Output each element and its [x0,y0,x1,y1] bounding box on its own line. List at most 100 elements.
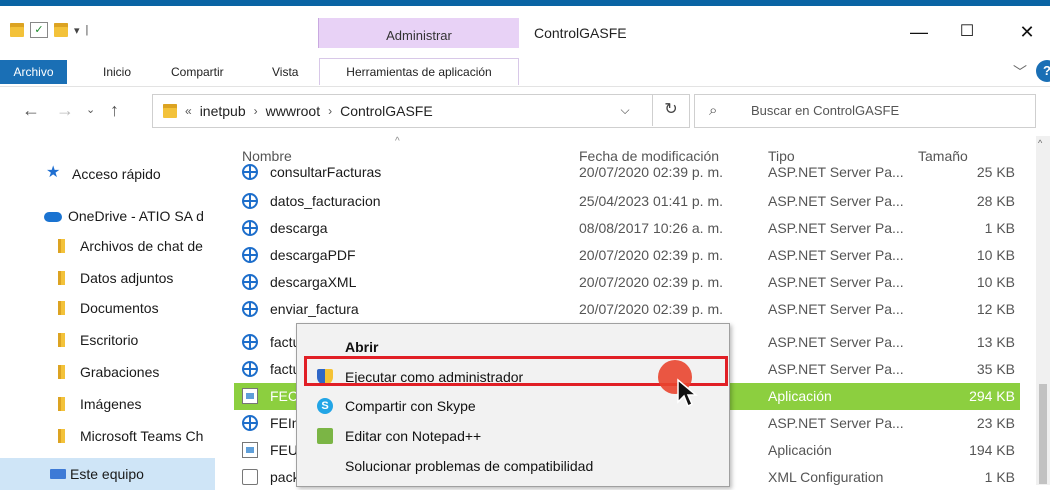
cloud-icon [44,212,62,222]
nav-label: Archivos de chat de [80,238,203,254]
breadcrumb-separator-icon[interactable]: › [328,95,332,127]
sort-up-icon: ^ [395,136,400,147]
menu-item-notepadpp[interactable]: Editar con Notepad++ [297,421,729,451]
globe-icon [242,334,258,350]
folder-icon [58,397,65,411]
file-size: 10 KB [976,274,1015,290]
globe-icon [242,247,258,263]
menu-item-compatibility[interactable]: Solucionar problemas de compatibilidad [297,451,729,481]
menu-item-label: Editar con Notepad++ [345,428,482,444]
file-name: descargaPDF [270,247,356,263]
mouse-cursor-icon [677,378,698,408]
file-date: 20/07/2020 02:39 p. m. [579,247,723,263]
menu-item-label: Solucionar problemas de compatibilidad [345,458,594,474]
file-size: 35 KB [976,361,1015,377]
refresh-icon[interactable]: ↻ [652,94,689,126]
nav-folder[interactable]: Microsoft Teams Ch [0,420,215,452]
file-size: 13 KB [976,334,1015,350]
breadcrumb-inetpub[interactable]: inetpub [200,95,246,127]
address-dropdown-icon[interactable]: ⌵ [610,94,640,126]
file-type: ASP.NET Server Pa... [768,164,904,180]
folder-icon [58,429,65,443]
nav-folder[interactable]: Archivos de chat de [0,230,215,262]
breadcrumb-wwwroot[interactable]: wwwroot [266,95,320,127]
nav-folder[interactable]: Escritorio [0,324,215,356]
star-icon: ★ [46,164,61,181]
file-type: Aplicación [768,388,832,404]
scroll-up-icon[interactable]: ^ [1038,138,1042,148]
nav-label: Datos adjuntos [80,270,174,286]
forward-arrow-icon[interactable]: → [56,96,74,124]
file-row[interactable]: consultarFacturas 20/07/2020 02:39 p. m.… [234,162,1020,182]
menu-item-share-skype[interactable]: S Compartir con Skype [297,391,729,421]
nav-label: Documentos [80,300,159,316]
nav-label: Imágenes [80,396,142,412]
maximize-button[interactable]: ☐ [944,14,990,50]
file-row[interactable]: descarga 08/08/2017 10:26 a. m. ASP.NET … [234,215,1020,242]
minimize-button[interactable]: — [896,14,942,50]
up-arrow-icon[interactable]: ↑ [110,96,119,124]
nav-folder[interactable]: Imágenes [0,388,215,420]
tab-compartir[interactable]: Compartir [171,60,224,84]
file-row[interactable]: enviar_factura 20/07/2020 02:39 p. m. AS… [234,296,1020,323]
folder-icon [58,301,65,315]
search-box[interactable]: ⌕ Buscar en ControlGASFE [694,94,1036,128]
file-name: descarga [270,220,328,236]
tab-herramientas-aplicacion[interactable]: Herramientas de aplicación [319,58,519,85]
tab-vista[interactable]: Vista [272,60,298,84]
nav-folder[interactable]: Grabaciones [0,356,215,388]
tab-administrar[interactable]: Administrar [318,18,519,48]
file-size: 25 KB [976,164,1015,180]
file-row[interactable]: descargaXML 20/07/2020 02:39 p. m. ASP.N… [234,269,1020,296]
tab-inicio[interactable]: Inicio [103,60,131,84]
folder-icon [58,271,65,285]
globe-icon [242,274,258,290]
properties-check-icon[interactable]: ✓ [30,22,48,38]
nav-this-pc[interactable]: Este equipo [0,458,215,490]
exe-icon [242,388,258,404]
tab-archivo[interactable]: Archivo [0,60,67,84]
nav-label: OneDrive - ATIO SA d [68,208,204,224]
tab-administrar-label: Administrar [386,28,452,43]
breadcrumb-separator-icon[interactable]: › [254,95,258,127]
vertical-scrollbar[interactable]: ^ [1036,136,1050,485]
folder-icon [58,333,65,347]
file-size: 1 KB [984,220,1015,236]
file-date: 20/07/2020 02:39 p. m. [579,164,723,180]
scrollbar-thumb[interactable] [1039,384,1047,484]
close-button[interactable]: ✕ [1004,14,1050,50]
globe-icon [242,415,258,431]
new-folder-icon[interactable] [54,23,68,37]
file-name: enviar_factura [270,301,359,317]
file-size: 28 KB [976,193,1015,209]
nav-folder[interactable]: Documentos [0,292,215,324]
nav-folder[interactable]: Datos adjuntos [0,262,215,294]
file-row[interactable]: datos_facturacion 25/04/2023 01:41 p. m.… [234,188,1020,215]
customize-toolbar-icon[interactable]: ▾ [74,24,80,37]
file-name: descargaXML [270,274,357,290]
nav-onedrive[interactable]: OneDrive - ATIO SA d [0,200,215,232]
file-type: Aplicación [768,442,832,458]
nav-label: Acceso rápido [72,166,161,182]
skype-icon: S [317,398,333,414]
computer-icon [50,469,66,479]
folder-icon [163,104,177,118]
recent-locations-chevron-icon[interactable]: ⌄ [86,96,95,124]
file-type: ASP.NET Server Pa... [768,274,904,290]
file-type: ASP.NET Server Pa... [768,193,904,209]
breadcrumb-overflow[interactable]: « [185,95,192,127]
breadcrumb-controlgasfe[interactable]: ControlGASFE [340,95,433,127]
navigation-pane: ★ Acceso rápido OneDrive - ATIO SA d Arc… [0,136,215,490]
nav-quick-access[interactable]: ★ Acceso rápido [0,158,215,190]
expand-ribbon-chevron-icon[interactable]: ﹀ [1013,60,1027,84]
file-type: ASP.NET Server Pa... [768,220,904,236]
notepadpp-icon [317,428,333,444]
globe-icon [242,361,258,377]
nav-label: Este equipo [70,466,144,482]
file-name: consultarFacturas [270,164,382,180]
menu-item-label: Compartir con Skype [345,398,476,414]
context-menu: Abrir Ejecutar como administrador S Comp… [296,323,730,487]
back-arrow-icon[interactable]: ← [22,96,40,124]
file-row[interactable]: descargaPDF 20/07/2020 02:39 p. m. ASP.N… [234,242,1020,269]
file-date: 20/07/2020 02:39 p. m. [579,301,723,317]
